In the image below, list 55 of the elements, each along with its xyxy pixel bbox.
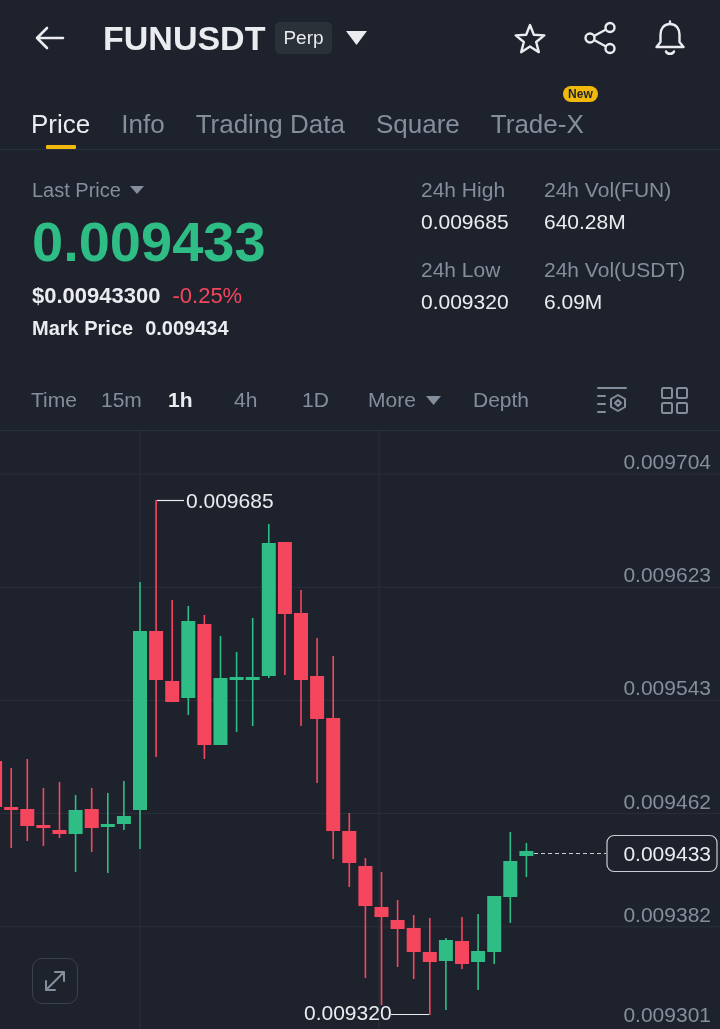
candlestick xyxy=(455,916,469,970)
stat-label: 24h Low xyxy=(421,258,501,282)
price-type-selector[interactable]: Last Price xyxy=(32,178,144,202)
contract-type-tag: Perp xyxy=(275,22,332,54)
candlestick xyxy=(52,781,67,839)
candlestick xyxy=(84,787,99,853)
grid-icon[interactable] xyxy=(661,386,688,414)
usd-price: $0.00943300 xyxy=(32,283,161,309)
last-price: 0.009433 xyxy=(32,210,266,274)
stat-label: 24h Vol(USDT) xyxy=(544,258,686,282)
tab[interactable]: Trading Data xyxy=(195,76,345,149)
interval-tab[interactable]: 4h xyxy=(234,387,258,413)
candlestick xyxy=(36,787,51,847)
tab[interactable]: Square xyxy=(375,76,460,149)
stat-value: 6.09M xyxy=(544,290,603,314)
price-axis-label: 0.009704 xyxy=(623,450,711,473)
stat-label: 24h High xyxy=(421,178,506,202)
high-price-label: 0.009685 xyxy=(186,489,274,512)
caret-icon[interactable] xyxy=(345,31,367,45)
share-icon[interactable] xyxy=(583,21,617,55)
price-change: -0.25% xyxy=(172,283,243,309)
stat-label: 24h Vol(FUN) xyxy=(544,178,672,202)
interval-tab[interactable]: 1h xyxy=(168,387,193,413)
leader-line xyxy=(156,499,185,502)
star-icon[interactable] xyxy=(513,22,547,54)
bell-icon[interactable] xyxy=(653,20,687,56)
tab[interactable]: Info xyxy=(121,76,165,149)
current-price-label: 0.009433 xyxy=(606,834,718,873)
interval-dropdown[interactable]: More xyxy=(368,387,441,413)
leader-line xyxy=(390,1013,430,1016)
price-axis-label: 0.009543 xyxy=(623,676,711,700)
price-axis-label: 0.009462 xyxy=(623,789,711,813)
tab[interactable]: Price xyxy=(31,76,91,149)
low-price-label: 0.009320 xyxy=(304,1001,392,1024)
mark-price-label: Mark Price xyxy=(32,316,134,340)
price-axis-label: 0.009382 xyxy=(623,902,711,926)
caret-icon xyxy=(425,395,441,405)
symbol-title: FUNUSDT xyxy=(103,18,266,58)
price-axis-label: 0.009301 xyxy=(623,1003,711,1026)
back-arrow-icon[interactable] xyxy=(35,26,65,50)
interval-tab[interactable]: 15m xyxy=(101,387,142,413)
stat-value: 0.009320 xyxy=(421,290,509,314)
candlestick xyxy=(487,895,502,965)
interval-tab[interactable]: Time xyxy=(31,387,77,413)
tab-badge: New xyxy=(563,86,598,102)
expand-button[interactable] xyxy=(32,958,78,1004)
interval-tab[interactable]: 1D xyxy=(302,387,329,413)
stat-value: 0.009685 xyxy=(421,210,509,234)
interval-tab[interactable]: Depth xyxy=(473,387,530,413)
caret-icon xyxy=(129,186,144,194)
price-axis-label: 0.009623 xyxy=(623,563,711,587)
stat-value: 640.28M xyxy=(544,210,626,234)
expand-icon xyxy=(42,968,68,994)
lines-hexagon-icon[interactable] xyxy=(597,386,627,414)
mark-price-value: 0.009434 xyxy=(145,316,229,340)
